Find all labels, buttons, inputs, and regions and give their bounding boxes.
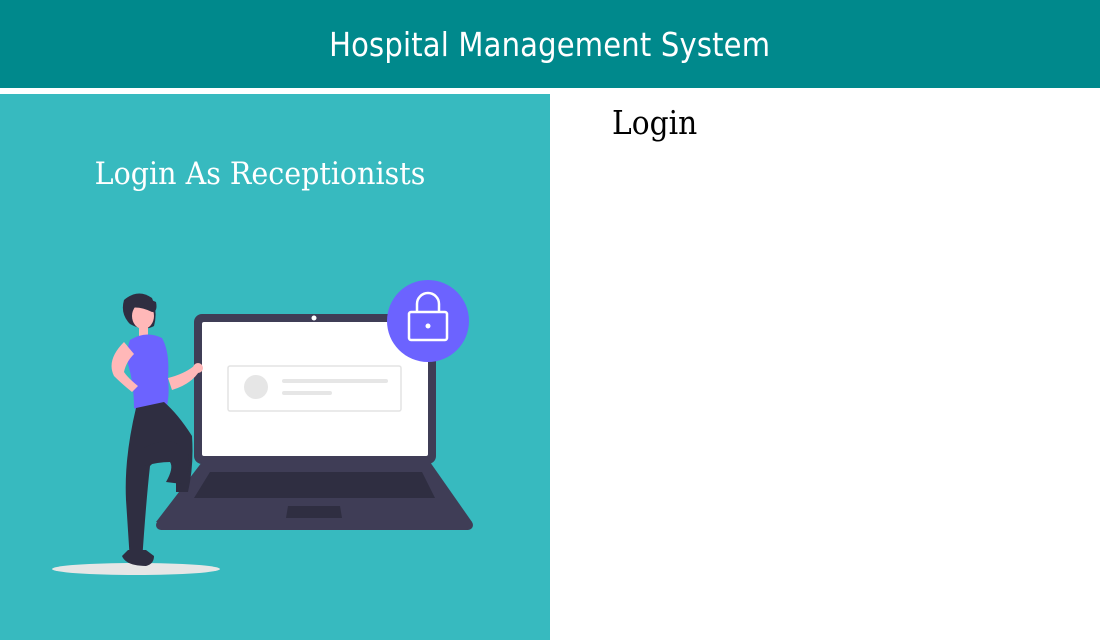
laptop-camera [311,315,317,321]
app-title: Hospital Management System [329,24,771,64]
laptop-base-edge [156,520,473,530]
lock-keyhole [425,323,431,329]
login-role-heading: Login As Receptionists [94,156,426,192]
laptop-keyboard [194,472,435,498]
screen-text-line [282,379,388,383]
login-form-panel: Login [550,94,1100,640]
screen-avatar-placeholder [244,375,268,399]
app-header: Hospital Management System [0,0,1100,88]
illustration-panel: Login As Receptionists [0,94,550,640]
laptop-touchpad [286,506,342,518]
login-title: Login [612,103,698,142]
screen-text-line [282,391,332,395]
login-illustration [52,280,473,575]
